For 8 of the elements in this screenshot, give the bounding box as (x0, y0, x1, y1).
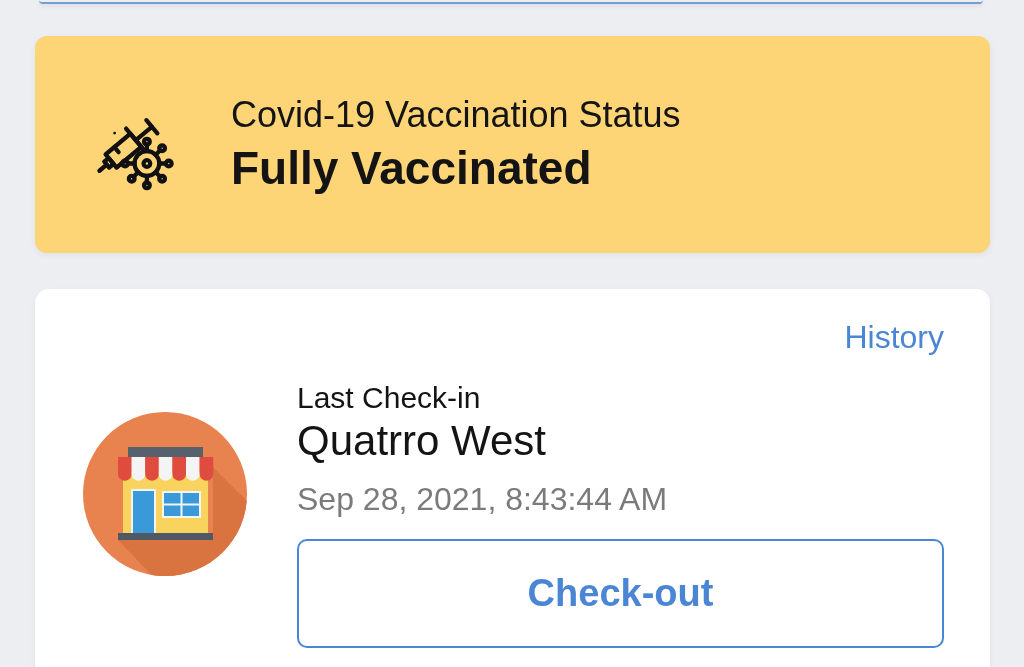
status-value: Fully Vaccinated (231, 141, 593, 195)
checkout-button[interactable]: Check-out (297, 539, 944, 649)
check-in-time: Sep 28, 2021, 8:43:44 AM (297, 479, 668, 519)
check-in-label: Last Check-in (297, 380, 481, 417)
status-title: Covid-19 Vaccination Status (231, 94, 681, 136)
store-icon (83, 412, 247, 577)
history-link[interactable]: History (844, 318, 944, 357)
location-name: Quatrro West (297, 416, 546, 467)
